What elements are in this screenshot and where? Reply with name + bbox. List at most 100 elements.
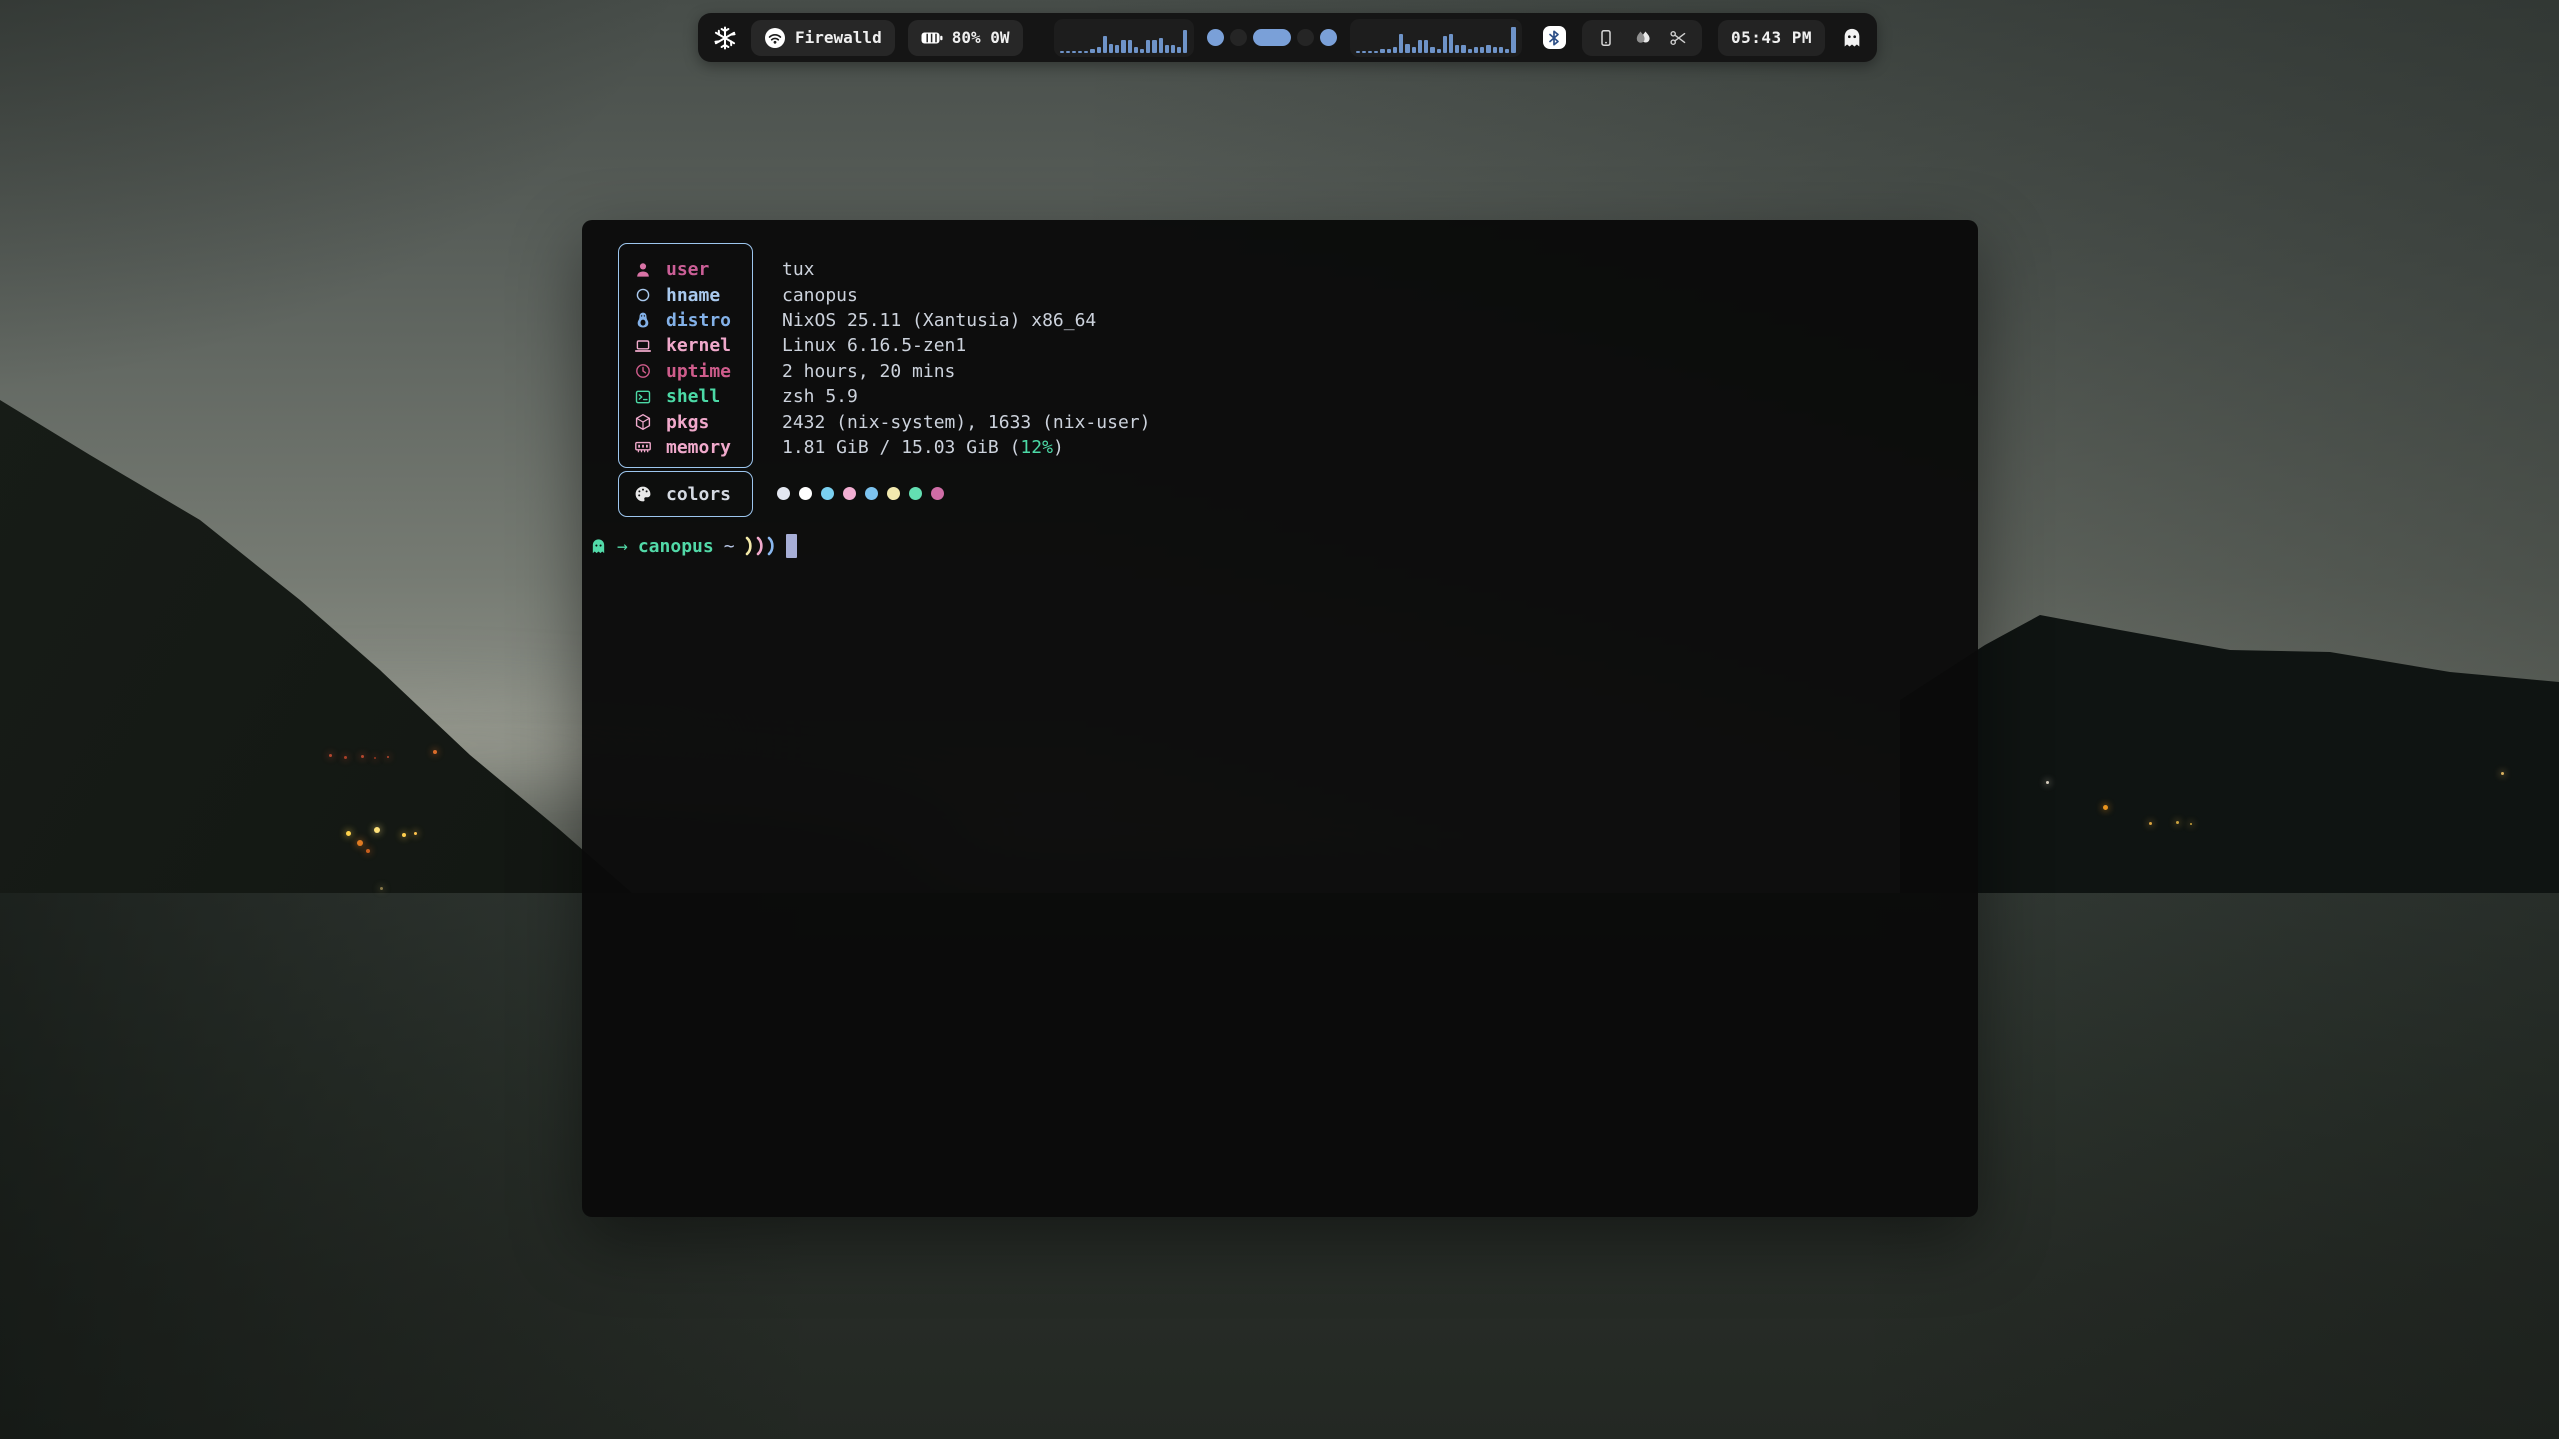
prompt-path: ~: [724, 536, 735, 557]
graph-bar: [1128, 40, 1132, 53]
graph-bar: [1109, 44, 1113, 53]
status-bar-left: Firewalld 80% 0W: [712, 20, 1023, 56]
graph-bar: [1078, 51, 1082, 53]
graph-bar: [1115, 45, 1119, 53]
palette-color-dot: [843, 487, 856, 500]
ghost-icon[interactable]: [1841, 27, 1863, 49]
fetch-key-label: shell: [666, 386, 720, 407]
palette-color-dot: [887, 487, 900, 500]
nixos-logo-icon[interactable]: [712, 25, 738, 51]
village-light: [374, 757, 376, 759]
fetch-key-label: user: [666, 259, 709, 280]
village-light: [346, 831, 351, 836]
graph-bar: [1159, 38, 1163, 53]
graph-bar: [1430, 47, 1434, 53]
graph-bar: [1443, 36, 1447, 53]
village-light: [380, 887, 383, 890]
palette-color-dot: [799, 487, 812, 500]
graph-bar: [1374, 51, 1378, 53]
prompt-chevrons: [745, 535, 776, 557]
village-light: [387, 756, 389, 758]
graph-bar: [1468, 49, 1472, 53]
graph-bar: [1165, 45, 1169, 53]
workspace-dot[interactable]: [1207, 29, 1224, 46]
graph-bar: [1418, 40, 1422, 53]
palette-color-dot: [865, 487, 878, 500]
chevron-right-icon: [767, 535, 776, 557]
palette-icon: [632, 485, 654, 503]
phone-icon[interactable]: [1597, 29, 1615, 47]
graph-bar: [1183, 30, 1187, 53]
workspace-dot[interactable]: [1297, 29, 1314, 46]
village-light: [433, 750, 437, 754]
status-bar: Firewalld 80% 0W: [698, 13, 1877, 62]
graph-bar: [1171, 45, 1175, 53]
fetch-value: canopus: [782, 282, 1150, 307]
graph-bar: [1399, 34, 1403, 53]
firewalld-module[interactable]: Firewalld: [751, 20, 895, 56]
graph-bar: [1146, 40, 1150, 53]
village-light: [357, 840, 363, 846]
graph-bar: [1474, 47, 1478, 53]
fetch-value: 2 hours, 20 mins: [782, 359, 1150, 384]
graph-bar: [1486, 45, 1490, 53]
graph-bar: [1072, 51, 1076, 53]
package-icon: [632, 413, 654, 431]
graph-bar: [1177, 47, 1181, 53]
workspace-active-pill[interactable]: [1253, 29, 1291, 46]
graph-bar: [1152, 40, 1156, 53]
memory-graph[interactable]: [1350, 19, 1522, 57]
laptop-icon: [632, 337, 654, 355]
graph-bar: [1480, 47, 1484, 53]
battery-module[interactable]: 80% 0W: [908, 20, 1023, 56]
cpu-graph[interactable]: [1054, 19, 1194, 57]
fetch-row: hname: [632, 282, 752, 307]
graph-bar: [1424, 40, 1428, 53]
graph-bar: [1362, 51, 1366, 53]
village-light: [329, 754, 332, 757]
workspace-indicators: [1207, 29, 1337, 46]
graph-bar: [1134, 47, 1138, 53]
palette-color-dot: [909, 487, 922, 500]
fetch-key-label: distro: [666, 310, 731, 331]
graph-bar: [1493, 47, 1497, 53]
village-light: [2176, 821, 2179, 824]
graph-bar: [1461, 45, 1465, 53]
circle-icon: [632, 286, 654, 304]
graph-bar: [1505, 49, 1509, 53]
fetch-key-label: hname: [666, 285, 720, 306]
fetch-row: distro: [632, 308, 752, 333]
village-light: [2103, 805, 2108, 810]
fetch-colors-box: colors: [618, 471, 753, 517]
palette-dots: [777, 487, 944, 500]
village-light: [2149, 822, 2152, 825]
graph-bar: [1066, 51, 1070, 53]
scissors-icon[interactable]: [1669, 29, 1687, 47]
workspace-dot[interactable]: [1320, 29, 1337, 46]
flame-icon[interactable]: [1632, 29, 1652, 47]
prompt-host: canopus: [638, 536, 714, 557]
fetch-value: 2432 (nix-system), 1633 (nix-user): [782, 409, 1150, 434]
bluetooth-button[interactable]: [1543, 26, 1566, 49]
workspace-dot[interactable]: [1230, 29, 1247, 46]
graph-bar: [1499, 47, 1503, 53]
chevron-right-icon: [745, 535, 754, 557]
graph-bar: [1140, 49, 1144, 53]
fetch-keys-box: userhnamedistrokerneluptimeshellpkgsmemo…: [618, 243, 753, 468]
graph-bar: [1412, 47, 1416, 53]
terminal-window[interactable]: userhnamedistrokerneluptimeshellpkgsmemo…: [582, 220, 1978, 1217]
fetch-row: kernel: [632, 333, 752, 358]
village-light: [361, 755, 364, 758]
palette-color-dot: [931, 487, 944, 500]
fetch-key-label: memory: [666, 437, 731, 458]
terminal-icon: [632, 388, 654, 406]
fetch-key-label: kernel: [666, 335, 731, 356]
clock-module[interactable]: 05:43 PM: [1718, 20, 1825, 56]
fetch-row: memory: [632, 435, 752, 460]
village-light: [402, 833, 406, 837]
graph-bar: [1084, 51, 1088, 53]
shell-prompt: → canopus ~: [590, 533, 797, 559]
graph-bar: [1060, 51, 1064, 53]
village-light: [2046, 781, 2049, 784]
firewalld-label: Firewalld: [795, 28, 882, 47]
